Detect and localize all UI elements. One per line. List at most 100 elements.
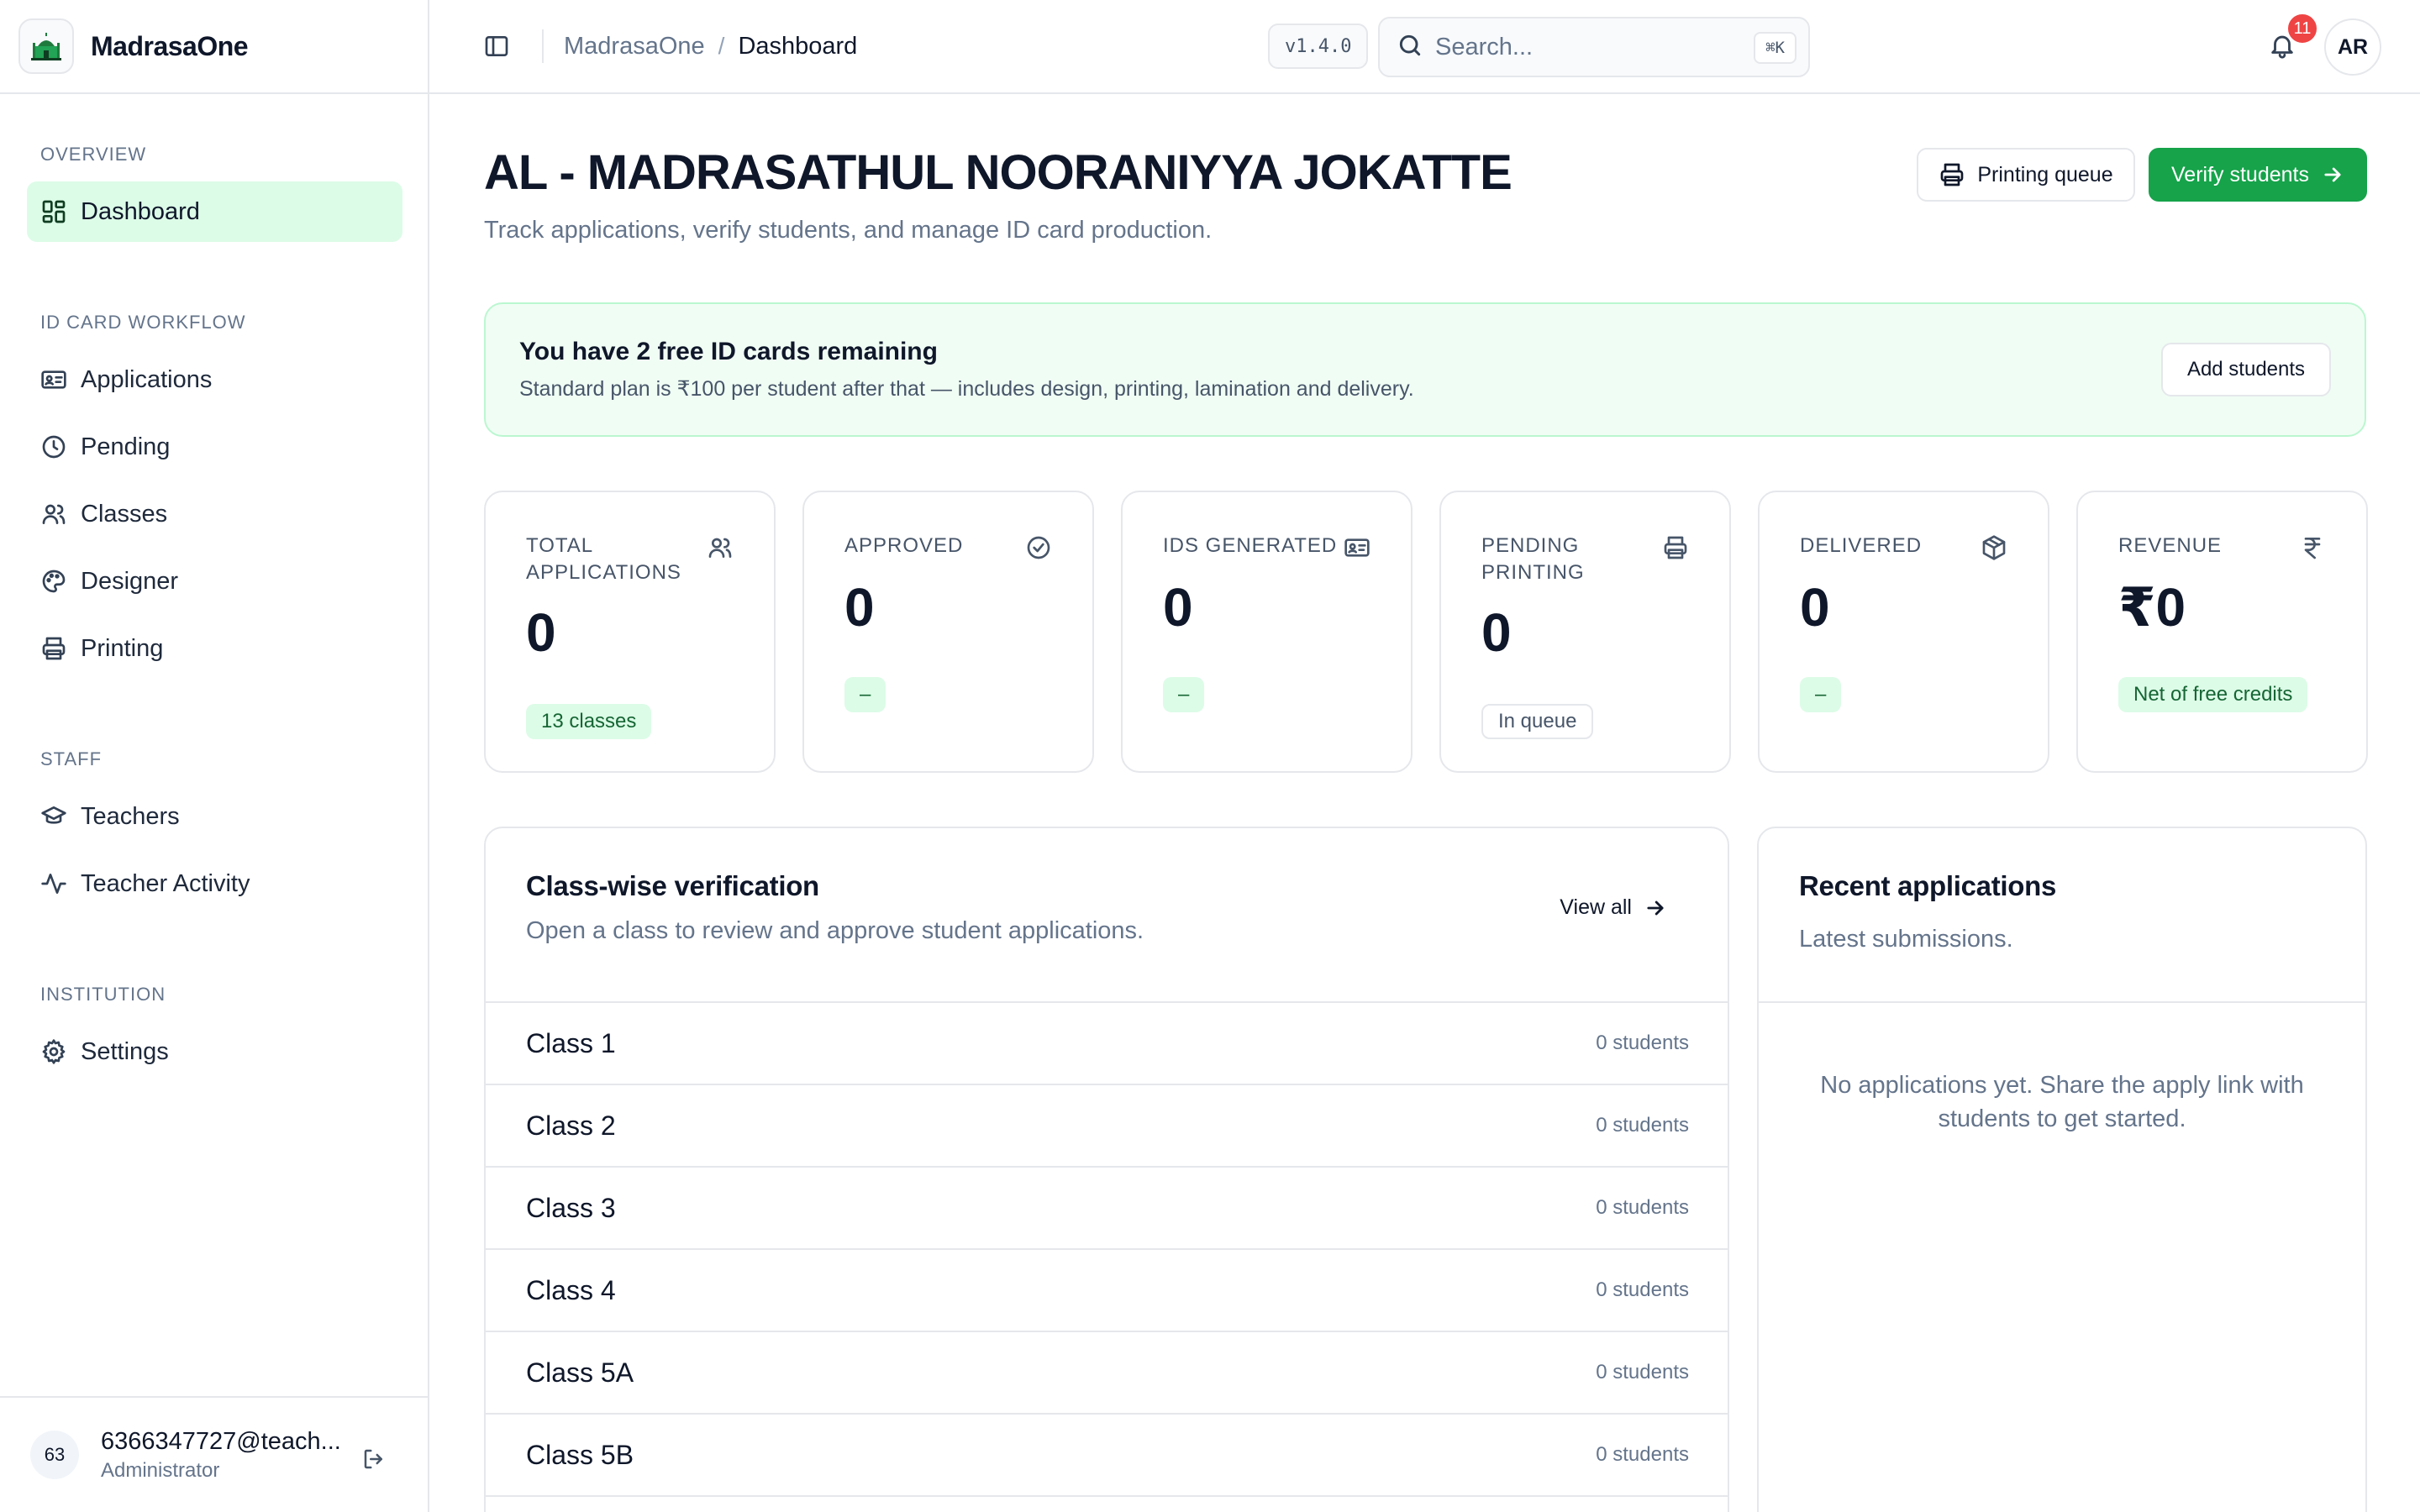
sidebar-item-printing[interactable]: Printing: [27, 618, 402, 679]
stat-label: PENDING PRINTING: [1481, 534, 1585, 584]
banner-title: You have 2 free ID cards remaining: [519, 338, 938, 365]
sidebar-item-label: Printing: [81, 634, 164, 662]
sidebar-item-label: Applications: [81, 365, 213, 393]
table-row[interactable]: Class 5B 0 students: [486, 1415, 1728, 1497]
brand-name: MadrasaOne: [91, 30, 249, 61]
mosque-logo-icon: [18, 18, 74, 74]
stat-chip: In queue: [1481, 704, 1594, 739]
stat-delivered[interactable]: DELIVERED 0 –: [1758, 491, 2049, 773]
nav-heading-workflow: ID CARD WORKFLOW: [40, 312, 246, 333]
arrow-right-icon: [2324, 167, 2341, 182]
stat-label: REVENUE: [2118, 534, 2223, 557]
stat-pending-printing[interactable]: PENDING PRINTING 0 In queue: [1439, 491, 1731, 773]
nav-institution: INSTITUTION Settings: [0, 978, 429, 1082]
breadcrumb-root[interactable]: MadrasaOne: [564, 33, 705, 60]
sidebar-item-label: Teachers: [81, 802, 180, 830]
page-title: AL - MADRASATHUL NOORANIYYA JOKATTE: [484, 145, 1512, 200]
package-icon: [1981, 534, 2007, 561]
account-avatar[interactable]: AR: [2324, 18, 2381, 76]
id-card-icon: [40, 366, 67, 393]
class-student-count: 0 students: [1596, 1196, 1689, 1219]
table-row[interactable]: Class 2 0 students: [486, 1085, 1728, 1168]
card-title: Recent applications: [1799, 870, 2057, 901]
printer-icon: [1662, 534, 1689, 561]
search-shortcut: ⌘K: [1754, 32, 1797, 64]
class-name: Class 5B: [526, 1440, 634, 1470]
sidebar-item-applications[interactable]: Applications: [27, 349, 402, 410]
notification-badge: 11: [2286, 12, 2319, 45]
sidebar-item-settings[interactable]: Settings: [27, 1021, 402, 1082]
sidebar-item-label: Dashboard: [81, 197, 200, 225]
breadcrumb-current: Dashboard: [738, 32, 858, 60]
class-name: Class 1: [526, 1028, 616, 1058]
add-students-button[interactable]: Add students: [2161, 343, 2331, 396]
empty-state-message: No applications yet. Share the apply lin…: [1820, 1072, 2304, 1132]
stat-value: 0: [1481, 602, 1512, 663]
breadcrumb: MadrasaOne / Dashboard: [564, 33, 857, 60]
id-card-icon: [1344, 534, 1370, 561]
stat-value: ₹0: [2118, 577, 2186, 638]
recent-applications-card: Recent applications Latest submissions. …: [1757, 827, 2367, 1512]
sidebar-item-dashboard[interactable]: Dashboard: [27, 181, 402, 242]
sidebar-item-label: Settings: [81, 1037, 169, 1065]
topbar-divider: [542, 29, 544, 63]
user-role: Administrator: [101, 1458, 220, 1482]
class-student-count: 0 students: [1596, 1278, 1689, 1301]
gear-icon: [40, 1038, 67, 1065]
stat-ids-generated[interactable]: IDS GENERATED 0 –: [1121, 491, 1413, 773]
sidebar-item-teacher-activity[interactable]: Teacher Activity: [27, 853, 402, 914]
stat-revenue[interactable]: REVENUE ₹0 Net of free credits: [2076, 491, 2368, 773]
table-row[interactable]: Class 3 0 students: [486, 1168, 1728, 1250]
search-box[interactable]: ⌘K: [1378, 17, 1810, 77]
sidebar-item-teachers[interactable]: Teachers: [27, 786, 402, 847]
table-row[interactable]: Class 4 0 students: [486, 1250, 1728, 1332]
user-email: 6366347727@teach...: [101, 1427, 341, 1455]
nav-heading-staff: STAFF: [40, 748, 103, 769]
stat-chip: 13 classes: [526, 704, 652, 739]
notifications-button[interactable]: 11: [2260, 12, 2319, 69]
card-title: Class-wise verification: [526, 870, 819, 901]
graduation-cap-icon: [40, 803, 67, 830]
stat-chip: –: [1800, 677, 1842, 712]
class-student-count: 0 students: [1596, 1361, 1689, 1383]
printer-icon: [40, 635, 67, 662]
class-student-count: 0 students: [1596, 1032, 1689, 1054]
class-student-count: 0 students: [1596, 1443, 1689, 1466]
table-row[interactable]: Class 1 0 students: [486, 1003, 1728, 1085]
stat-total-applications[interactable]: TOTAL APPLICATIONS 0 13 classes: [484, 491, 776, 773]
brand[interactable]: MadrasaOne: [0, 0, 428, 94]
banner-text: Standard plan is ₹100 per student after …: [519, 377, 1414, 401]
verify-students-button[interactable]: Verify students: [2149, 148, 2367, 202]
stat-label: APPROVED: [844, 534, 964, 557]
sidebar-item-label: Designer: [81, 567, 179, 595]
nav-overview: OVERVIEW Dashboard: [0, 138, 429, 242]
view-all-link[interactable]: View all: [1560, 895, 1667, 920]
stat-label: IDS GENERATED: [1163, 534, 1338, 557]
free-credits-banner: You have 2 free ID cards remaining Stand…: [484, 302, 2366, 437]
sidebar-item-designer[interactable]: Designer: [27, 551, 402, 612]
user-profile[interactable]: 63 6366347727@teach... Administrator: [0, 1396, 428, 1512]
users-icon: [40, 501, 67, 528]
dashboard-icon: [40, 198, 67, 225]
stat-approved[interactable]: APPROVED 0 –: [802, 491, 1094, 773]
nav-heading-institution: INSTITUTION: [40, 984, 166, 1005]
stat-value: 0: [526, 602, 556, 663]
printing-queue-label: Printing queue: [1977, 162, 2113, 186]
sidebar-item-pending[interactable]: Pending: [27, 417, 402, 477]
card-header: Class-wise verification Open a class to …: [486, 828, 1728, 1003]
activity-icon: [40, 870, 67, 897]
search-input[interactable]: [1435, 33, 1738, 61]
stat-chip: –: [1163, 677, 1205, 712]
logout-icon[interactable]: [361, 1446, 387, 1476]
table-row[interactable]: Class 5A 0 students: [486, 1332, 1728, 1415]
sidebar-item-classes[interactable]: Classes: [27, 484, 402, 544]
stat-chip: Net of free credits: [2118, 677, 2308, 712]
printing-queue-button[interactable]: Printing queue: [1917, 148, 2135, 202]
rupee-icon: [2299, 534, 2326, 561]
stat-chip: –: [844, 677, 886, 712]
sidebar-item-label: Teacher Activity: [81, 869, 250, 897]
class-verification-card: Class-wise verification Open a class to …: [484, 827, 1729, 1512]
sidebar-toggle-icon[interactable]: [471, 21, 522, 71]
view-all-label: View all: [1560, 895, 1632, 919]
page-subtitle: Track applications, verify students, and…: [484, 217, 1213, 244]
